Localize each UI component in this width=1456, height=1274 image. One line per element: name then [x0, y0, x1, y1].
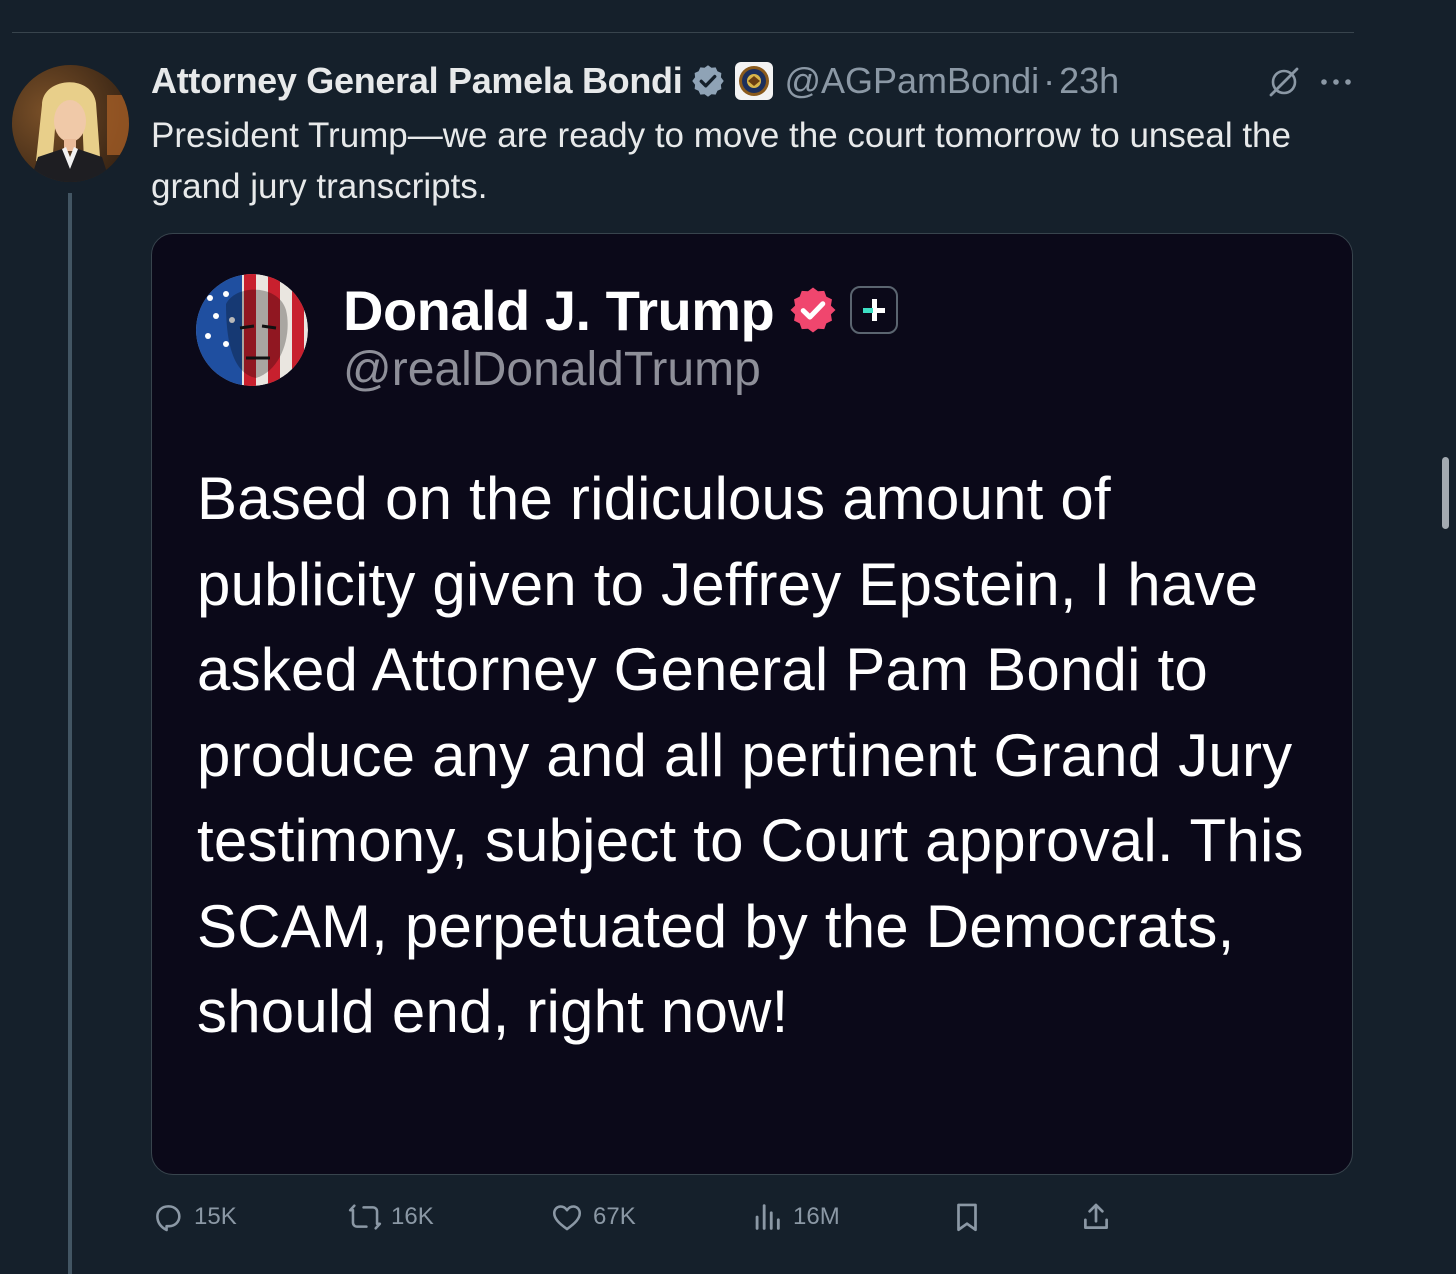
quoted-author-handle[interactable]: @realDonaldTrump	[343, 342, 761, 397]
reply-count: 15K	[194, 1203, 237, 1230]
tweet-page: Attorney General Pamela Bondi @AGPamBond…	[0, 0, 1456, 1274]
repost-icon	[348, 1204, 382, 1230]
views-button[interactable]: 16M	[750, 1196, 840, 1238]
bookmark-button[interactable]	[950, 1196, 984, 1238]
plus-icon[interactable]	[850, 286, 899, 334]
repost-count: 16K	[391, 1203, 434, 1230]
views-icon	[755, 1204, 780, 1230]
scrollbar-thumb[interactable]	[1442, 457, 1449, 529]
truth-verified-badge-icon[interactable]	[788, 285, 838, 335]
author-avatar[interactable]	[12, 65, 129, 182]
action-bar: 15K 16K 67K 16M	[151, 1196, 1121, 1238]
more-icon[interactable]	[1318, 66, 1354, 98]
like-count: 67K	[593, 1203, 636, 1230]
heart-icon	[552, 1205, 582, 1231]
quoted-author-avatar[interactable]	[196, 274, 308, 386]
grok-icon[interactable]	[1266, 64, 1302, 100]
reply-button[interactable]: 15K	[151, 1196, 237, 1238]
quoted-header: Donald J. Trump	[343, 274, 899, 346]
views-count: 16M	[793, 1203, 840, 1230]
tweet-header: Attorney General Pamela Bondi @AGPamBond…	[151, 58, 1346, 104]
timestamp[interactable]: 23h	[1059, 60, 1119, 102]
share-icon	[1084, 1203, 1108, 1229]
quoted-post-card[interactable]: Donald J. Trump @realDonaldTrump Based o…	[151, 233, 1353, 1175]
tweet-text: President Trump—we are ready to move the…	[151, 116, 1291, 206]
quoted-author-name[interactable]: Donald J. Trump	[343, 278, 775, 343]
like-button[interactable]: 67K	[550, 1196, 636, 1238]
verified-badge-icon[interactable]	[690, 63, 726, 99]
thread-line	[68, 193, 72, 1274]
author-handle[interactable]: @AGPamBondi	[784, 60, 1039, 102]
divider	[12, 32, 1354, 33]
bookmark-icon	[957, 1203, 977, 1232]
separator-dot: ·	[1043, 60, 1056, 101]
doj-seal-icon[interactable]	[734, 61, 774, 101]
reply-icon	[156, 1205, 181, 1232]
author-name[interactable]: Attorney General Pamela Bondi	[151, 60, 683, 102]
repost-button[interactable]: 16K	[348, 1196, 434, 1238]
share-button[interactable]	[1079, 1196, 1113, 1238]
quoted-post-text: Based on the ridiculous amount of public…	[197, 465, 1304, 1045]
